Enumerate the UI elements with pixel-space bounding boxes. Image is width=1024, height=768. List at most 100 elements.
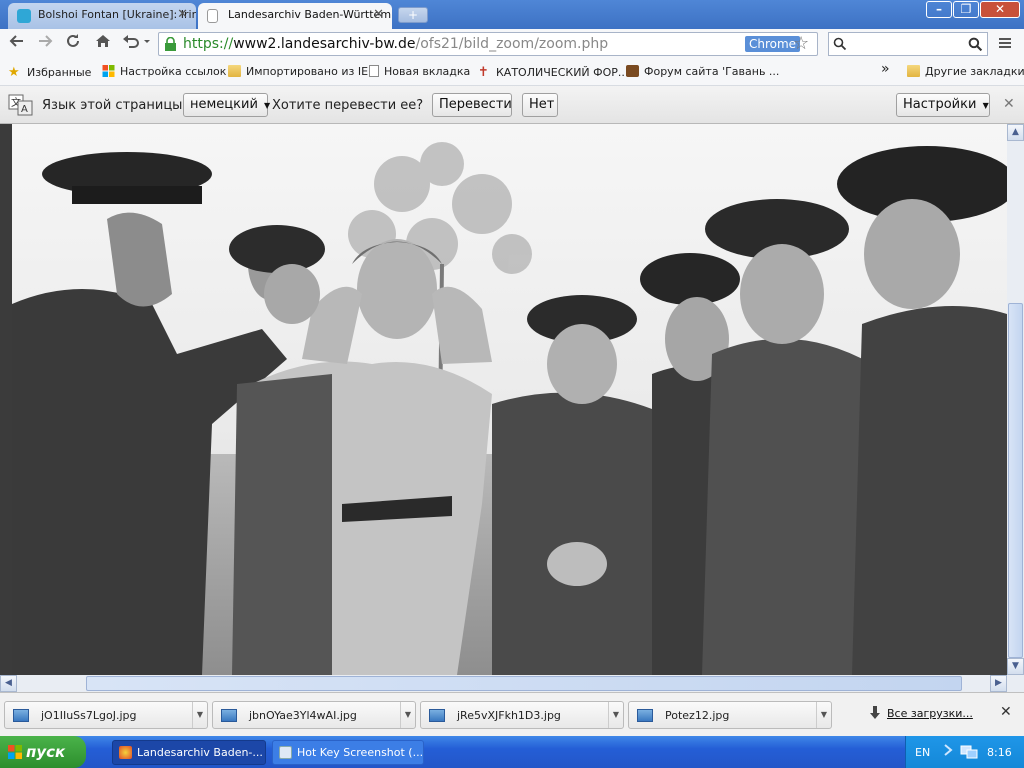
new-tab-button[interactable]: + [398,7,428,23]
bookmark-new-tab[interactable]: Новая вкладка [369,65,470,78]
bookmark-label: Новая вкладка [384,65,471,78]
bookmark-catholic-forum[interactable]: ✝ КАТОЛИЧЕСКИЙ ФОР... [478,65,629,80]
language-indicator[interactable]: EN [915,746,930,759]
minimize-button[interactable]: – [926,1,952,18]
bookmark-star-icon[interactable]: ☆ [793,33,809,55]
undo-arrow-icon [123,35,150,48]
chevron-down-icon[interactable]: ▼ [608,702,623,728]
chevron-down-icon[interactable]: ▼ [192,702,207,728]
archive-photo[interactable] [12,124,1007,675]
vertical-scroll-thumb[interactable] [1008,303,1023,658]
home-button[interactable] [92,33,114,55]
image-file-icon [429,709,445,722]
no-translate-button[interactable]: Нет [522,93,558,117]
horizontal-scrollbar[interactable]: ◀ ▶ [0,675,1007,692]
url-path: /ofs21/bild_zoom/zoom.php [415,36,609,52]
page-icon [207,9,218,23]
close-tab-icon[interactable]: ✕ [373,7,384,22]
translate-settings-button[interactable]: Настройки ▼ [896,93,990,117]
task-label: Landesarchiv Baden-... [137,746,263,759]
bookmark-label: КАТОЛИЧЕСКИЙ ФОР... [496,66,629,79]
hamburger-menu-icon [999,38,1011,48]
translate-infobar: 文 A Язык этой страницы немецкий ▼ Хотите… [0,86,1024,124]
back-button[interactable] [6,33,28,55]
close-shelf-icon[interactable]: ✕ [1000,704,1012,720]
language-select-value: немецкий [190,97,258,112]
all-downloads-link[interactable]: Все загрузки... [887,707,973,720]
translate-button[interactable]: Перевести [432,93,512,117]
address-bar[interactable]: https://www2.landesarchiv-bw.de/ofs21/bi… [158,32,818,56]
lock-icon [165,37,176,51]
tab-landesarchiv[interactable]: Landesarchiv Baden-Württem ✕ [198,3,392,29]
arrow-left-icon [9,35,23,47]
image-file-icon [637,709,653,722]
download-item[interactable]: jRe5vXJFkh1D3.jpg ▼ [420,701,624,729]
search-box[interactable] [828,32,988,56]
bookmark-link-settings[interactable]: Настройка ссылок [102,65,226,78]
vertical-scrollbar[interactable]: ▲ ▼ [1007,124,1024,675]
undo-close-tab-button[interactable] [120,33,154,55]
search-engine-icon [833,37,847,51]
bookmark-label: Импортировано из IE [246,65,369,78]
tray-chevron-icon[interactable] [942,742,956,758]
bookmark-favorites[interactable]: ★ Избранные [8,65,92,80]
scroll-up-button[interactable]: ▲ [1007,124,1024,141]
menu-button[interactable] [996,34,1016,54]
start-button[interactable]: пуск [0,736,86,768]
task-hotkey-screenshot[interactable]: Hot Key Screenshot (... [272,740,424,765]
scroll-right-button[interactable]: ▶ [990,675,1007,692]
task-landesarchiv[interactable]: Landesarchiv Baden-... [112,740,266,765]
chevron-down-icon[interactable]: ▼ [816,702,831,728]
reload-icon [67,34,79,47]
browser-toolbar: https://www2.landesarchiv-bw.de/ofs21/bi… [0,29,1024,59]
download-filename: jRe5vXJFkh1D3.jpg [457,709,561,722]
translate-prompt: Язык этой страницы [42,98,183,113]
download-shelf: jO1IIuSs7LgoJ.jpg ▼ jbnOYae3Yl4wAI.jpg ▼… [0,692,1024,736]
bookmark-label: Избранные [27,66,92,79]
clock[interactable]: 8:16 [987,746,1012,759]
reload-button[interactable] [62,33,84,55]
bookmarks-overflow-button[interactable]: » [881,61,890,77]
chrome-badge[interactable]: Chrome [745,36,801,52]
bookmark-gavan-forum[interactable]: Форум сайта 'Гавань ... [626,65,779,78]
folder-icon [228,65,241,77]
settings-label: Настройки [903,97,977,112]
windows-flag-icon [8,745,22,759]
url-host: www2.landesarchiv-bw.de [233,36,416,52]
url-scheme: https:// [183,36,234,52]
system-tray: EN 8:16 [905,736,1024,768]
horizontal-scroll-thumb[interactable] [86,676,962,691]
chevron-down-icon: ▼ [264,101,271,110]
screenshot-app-icon [279,746,292,759]
download-item[interactable]: jO1IIuSs7LgoJ.jpg ▼ [4,701,208,729]
forward-button[interactable] [34,33,56,55]
network-icon[interactable] [960,744,978,760]
chrome-icon [119,746,132,759]
star-icon: ★ [8,65,20,80]
bookmarks-bar: ★ Избранные Настройка ссылок Импортирован… [0,59,1024,86]
forum-icon [626,65,639,77]
download-arrow-icon [870,706,880,719]
translate-question: Хотите перевести ее? [272,98,424,113]
close-tab-icon[interactable]: ✕ [177,7,188,22]
image-file-icon [221,709,237,722]
download-item[interactable]: Potez12.jpg ▼ [628,701,832,729]
close-window-button[interactable]: ✕ [980,1,1020,18]
tab-title: Landesarchiv Baden-Württem [228,8,392,21]
site-favicon-icon [17,9,31,23]
close-infobar-icon[interactable]: ✕ [1003,96,1015,112]
chevron-down-icon[interactable]: ▼ [400,702,415,728]
bookmark-imported-ie[interactable]: Импортировано из IE [228,65,368,78]
language-select[interactable]: немецкий ▼ [183,93,271,117]
download-item[interactable]: jbnOYae3Yl4wAI.jpg ▼ [212,701,416,729]
chevron-down-icon: ▼ [982,101,989,110]
start-label: пуск [26,743,66,761]
maximize-button[interactable]: ❐ [953,1,979,18]
windows-taskbar: пуск Landesarchiv Baden-... Hot Key Scre… [0,736,1024,768]
url-text[interactable]: https://www2.landesarchiv-bw.de/ofs21/bi… [183,36,608,52]
scroll-down-button[interactable]: ▼ [1007,658,1024,675]
tab-bolshoi-fontan[interactable]: Bolshoi Fontan [Ukraine]: Irin ✕ [8,3,196,29]
other-bookmarks[interactable]: Другие закладки [907,65,1024,78]
scroll-left-button[interactable]: ◀ [0,675,17,692]
search-icon[interactable] [968,37,983,52]
